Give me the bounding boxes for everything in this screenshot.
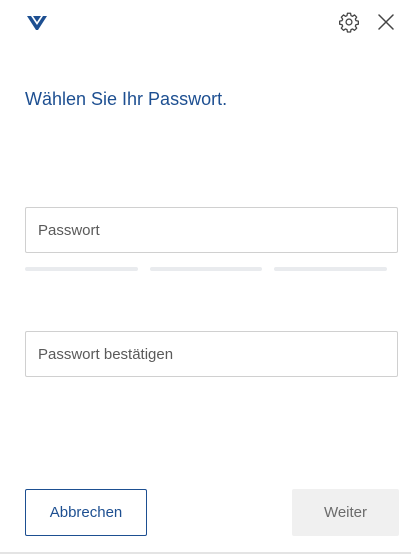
cancel-button[interactable]: Abbrechen [25, 489, 147, 536]
brand-logo-icon [27, 16, 47, 30]
strength-segment [25, 267, 138, 271]
next-button[interactable]: Weiter [292, 489, 399, 536]
password-dialog: Wählen Sie Ihr Passwort. Abbrechen Weite… [0, 0, 411, 554]
strength-segment [274, 267, 388, 271]
page-title: Wählen Sie Ihr Passwort. [25, 89, 228, 109]
strength-segment [149, 267, 263, 271]
confirm-password-input[interactable] [25, 331, 398, 377]
password-input[interactable] [25, 207, 398, 253]
close-icon [377, 13, 395, 36]
password-strength-meter [25, 266, 388, 272]
close-button[interactable] [373, 11, 399, 37]
gear-icon [338, 11, 360, 38]
settings-button[interactable] [336, 11, 362, 37]
